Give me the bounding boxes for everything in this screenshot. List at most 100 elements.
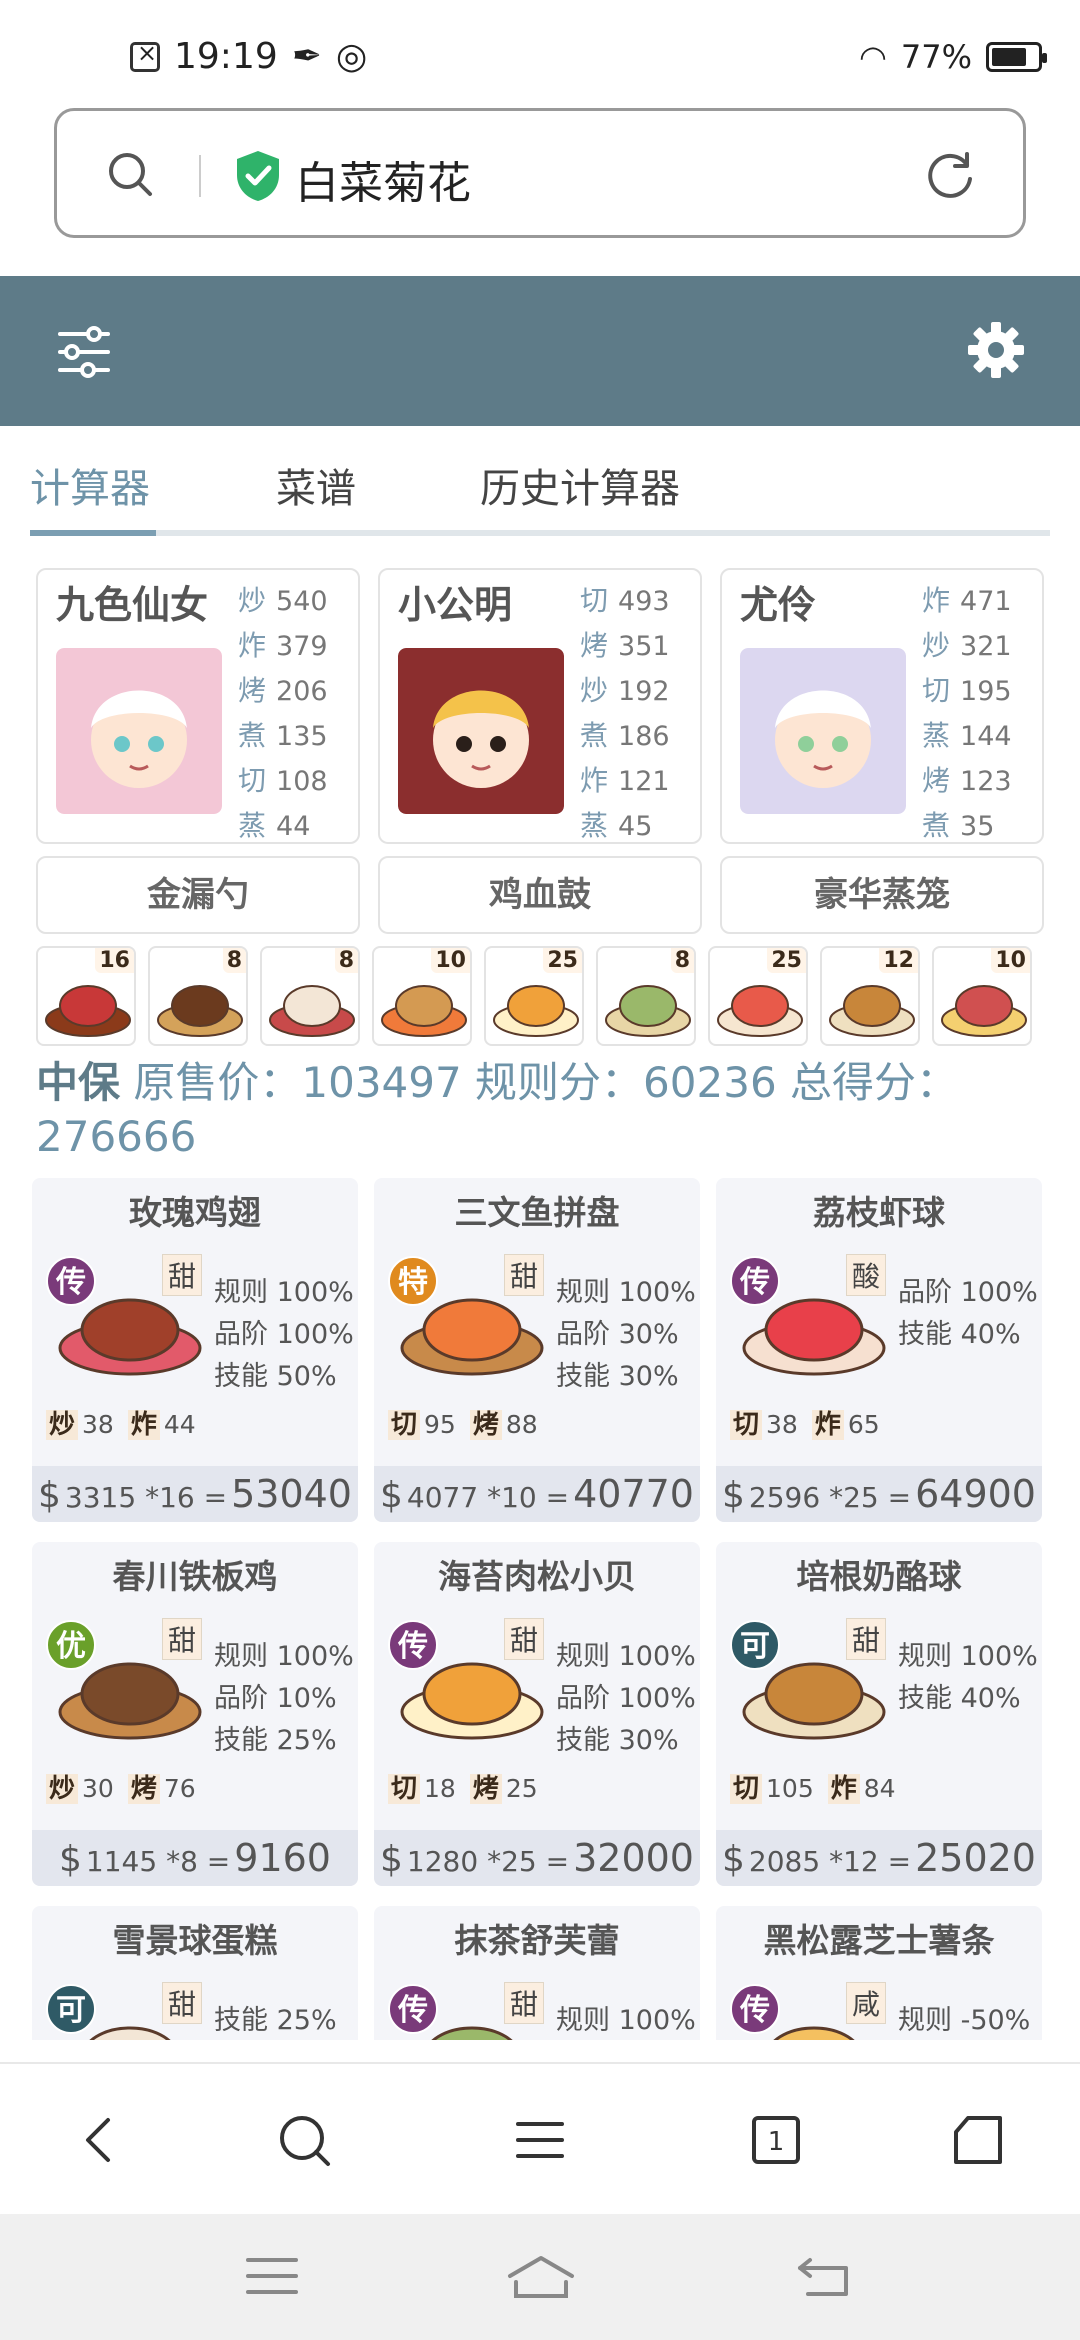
req-type: 切 (730, 1410, 763, 1440)
req-value: 30 (82, 1774, 114, 1803)
browser-nav-bar: 1 (0, 2062, 1080, 2214)
dish-result-card[interactable]: 抹茶舒芙蕾传 甜规则 100% (374, 1906, 700, 2040)
dish-name: 抹茶舒芙蕾 (454, 1921, 620, 1960)
dish-result-card[interactable]: 雪景球蛋糕可 甜技能 25% (32, 1906, 358, 2040)
flavor-tag: 咸 (846, 1982, 887, 2024)
dish-result-card[interactable]: 荔枝虾球传 酸品阶 100% 技能 40% 切 38 炸 65 $2596 *25 = 6490… (716, 1178, 1042, 1522)
unit-price: 1280 (406, 1845, 479, 1878)
req-value: 38 (82, 1410, 114, 1439)
tab-count: 1 (768, 2127, 785, 2157)
dish-name: 培根奶酪球 (796, 1557, 962, 1596)
stat-line: 技能 40% (898, 1319, 1021, 1350)
flavor-tag: 甜 (504, 1982, 545, 2024)
home-button-icon[interactable] (506, 2254, 576, 2300)
dish-stats: 技能 25% (214, 2000, 337, 2040)
flavor-tag: 甜 (504, 1254, 545, 1296)
menu-icon[interactable] (512, 2112, 568, 2168)
dish-result-card[interactable]: 黑松露芝士薯条传 咸规则 -50% (716, 1906, 1042, 2040)
dollar-icon: $ (38, 1475, 61, 1516)
dollar-icon: $ (380, 1839, 403, 1880)
dollar-icon: $ (722, 1475, 745, 1516)
requirement: 炒 30 (46, 1768, 114, 1805)
stat-line: 规则 100% (214, 1641, 354, 1672)
price-row: $4077 *10 = 40770 (374, 1466, 700, 1522)
back-icon[interactable] (74, 2112, 130, 2168)
req-value: 105 (766, 1774, 814, 1803)
dish-result-card[interactable]: 三文鱼拼盘特 甜规则 100% 品阶 30% 技能 30% 切 95 烤 88 $4077 *1… (374, 1178, 700, 1522)
req-value: 88 (505, 1410, 538, 1439)
req-value: 44 (163, 1410, 196, 1439)
tabs-count-icon[interactable]: 1 (748, 2112, 804, 2168)
quantity: *10 (487, 1481, 537, 1514)
stat-line: 规则 -50% (898, 2005, 1031, 2036)
flavor-tag: 甜 (162, 1982, 203, 2024)
stat-line: 技能 30% (556, 1725, 679, 1756)
requirement: 切 95 (388, 1404, 456, 1441)
dish-stats: 规则 100% 品阶 100% 技能 30% (556, 1636, 696, 1762)
unit-price: 2596 (748, 1481, 821, 1514)
total-price: 40770 (573, 1472, 694, 1516)
total-price: 32000 (573, 1836, 694, 1880)
requirement: 炒 38 (46, 1404, 114, 1441)
dish-result-card[interactable]: 玫瑰鸡翅传 甜规则 100% 品阶 100% 技能 50% 炒 38 炸 44 $3315 *1… (32, 1178, 358, 1522)
flavor-tag: 甜 (846, 1618, 887, 1660)
requirement: 切 105 (730, 1768, 814, 1805)
price-row: $3315 *16 = 53040 (32, 1466, 358, 1522)
home-icon[interactable] (950, 2112, 1006, 2168)
dish-name: 春川铁板鸡 (112, 1557, 278, 1596)
dollar-icon: $ (722, 1839, 745, 1880)
skill-requirements: 炒 30 烤 76 (46, 1768, 196, 1805)
dish-stats: 规则 100% 品阶 30% 技能 30% (556, 1272, 696, 1398)
requirement: 烤 76 (127, 1768, 196, 1805)
price-row: $2085 *12 = 25020 (716, 1830, 1042, 1886)
req-value: 18 (424, 1774, 456, 1803)
unit-price: 3315 (64, 1481, 137, 1514)
rarity-badge: 传 (46, 1256, 96, 1306)
flavor-tag: 甜 (162, 1254, 203, 1296)
req-value: 84 (863, 1774, 896, 1803)
req-type: 炒 (46, 1410, 79, 1440)
dish-result-card[interactable]: 培根奶酪球可 甜规则 100% 技能 40% 切 105 炸 84 $2085 *12 = 25… (716, 1542, 1042, 1886)
req-type: 烤 (127, 1774, 160, 1804)
skill-requirements: 切 95 烤 88 (388, 1404, 538, 1441)
req-value: 65 (847, 1410, 880, 1439)
dish-name: 雪景球蛋糕 (112, 1921, 278, 1960)
req-value: 76 (163, 1774, 196, 1803)
system-nav-bar (0, 2214, 1080, 2340)
requirement: 炸 84 (827, 1768, 896, 1805)
flavor-tag: 酸 (846, 1254, 887, 1296)
flavor-tag: 甜 (162, 1618, 203, 1660)
rarity-badge: 传 (388, 1984, 438, 2034)
recent-apps-icon[interactable] (244, 2254, 300, 2300)
dish-stats: 规则 100% 技能 40% (898, 1636, 1038, 1720)
rarity-badge: 优 (46, 1620, 96, 1670)
skill-requirements: 切 18 烤 25 (388, 1768, 538, 1805)
price-row: $2596 *25 = 64900 (716, 1466, 1042, 1522)
stat-line: 规则 100% (898, 1641, 1038, 1672)
stat-line: 规则 100% (556, 1277, 696, 1308)
stat-line: 品阶 100% (556, 1683, 696, 1714)
requirement: 炸 65 (811, 1404, 880, 1441)
req-type: 炸 (811, 1410, 844, 1440)
dish-stats: 规则 100% 品阶 100% 技能 50% (214, 1272, 354, 1398)
flavor-tag: 甜 (504, 1618, 545, 1660)
stat-line: 技能 30% (556, 1361, 679, 1392)
stat-line: 品阶 100% (898, 1277, 1038, 1308)
dish-name: 荔枝虾球 (813, 1193, 945, 1232)
stat-line: 技能 50% (214, 1361, 337, 1392)
dollar-icon: $ (59, 1839, 82, 1880)
total-price: 9160 (234, 1836, 331, 1880)
rarity-badge: 可 (46, 1984, 96, 2034)
back-button-icon[interactable] (796, 2254, 852, 2300)
rarity-badge: 传 (388, 1620, 438, 1670)
requirement: 切 18 (388, 1768, 456, 1805)
dish-result-card[interactable]: 海苔肉松小贝传 甜规则 100% 品阶 100% 技能 30% 切 18 烤 25 $1280 … (374, 1542, 700, 1886)
search-icon[interactable] (276, 2112, 332, 2168)
dish-result-card[interactable]: 春川铁板鸡优 甜规则 100% 品阶 10% 技能 25% 炒 30 烤 76 $1145 *8… (32, 1542, 358, 1886)
dish-stats: 规则 100% (556, 2000, 696, 2040)
unit-price: 1145 (85, 1845, 158, 1878)
rarity-badge: 可 (730, 1620, 780, 1670)
req-type: 烤 (469, 1774, 502, 1804)
dish-name: 海苔肉松小贝 (438, 1557, 636, 1596)
dish-name: 黑松露芝士薯条 (763, 1921, 995, 1960)
